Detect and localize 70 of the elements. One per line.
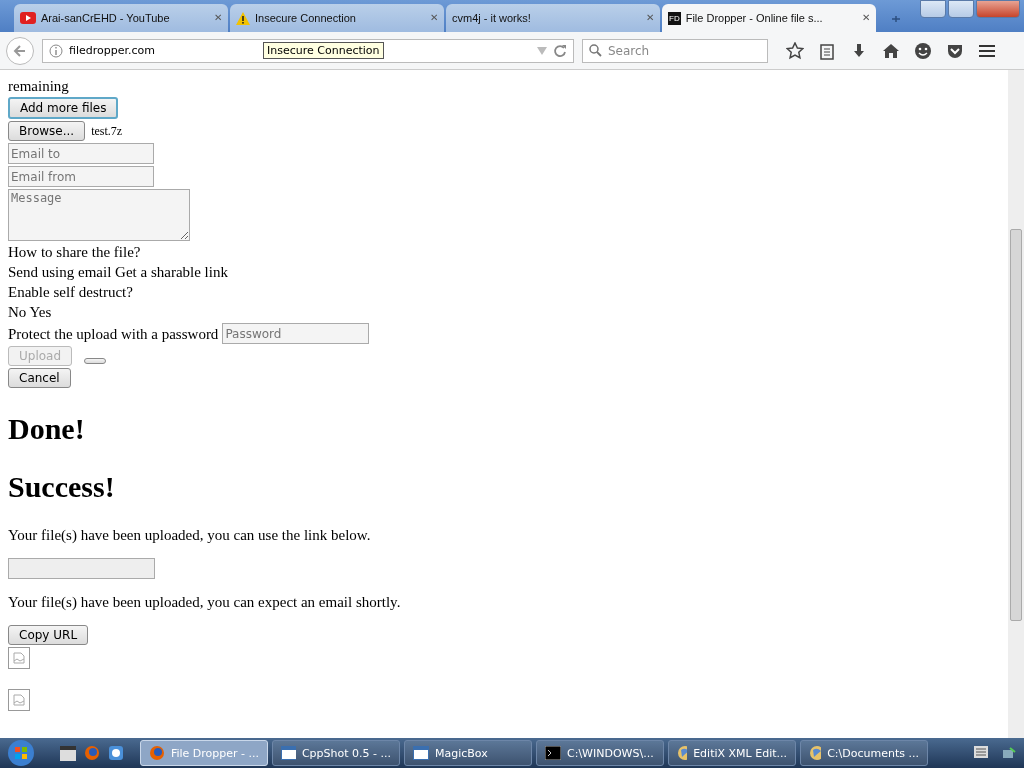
browser-tab[interactable]: Arai-sanCrEHD - YouTube ✕ <box>14 4 228 32</box>
smiley-icon[interactable] <box>914 41 932 60</box>
taskbar-button[interactable]: EditiX XML Edit... <box>668 740 796 766</box>
taskbar-button[interactable]: CppShot 0.5 - ... <box>272 740 400 766</box>
warning-icon <box>236 11 250 25</box>
broken-image-icon <box>8 647 30 669</box>
maximize-button[interactable] <box>948 0 974 18</box>
share-question: How to share the file? <box>8 243 141 262</box>
email-message: Your file(s) have been uploaded, you can expect an email shortly. <box>8 593 401 612</box>
network-icon[interactable] <box>1002 746 1016 760</box>
site-favicon: FD <box>668 11 681 25</box>
broken-image-icon <box>8 689 30 711</box>
search-field[interactable]: Search <box>582 38 768 63</box>
file-name: test.7z <box>91 123 123 139</box>
app-icon[interactable] <box>108 745 124 761</box>
window-icon <box>413 746 429 760</box>
email-from-field[interactable]: Email from <box>8 166 154 187</box>
tab-close-button[interactable]: ✕ <box>430 12 438 24</box>
home-icon[interactable] <box>882 41 900 60</box>
taskbar-button[interactable]: C:\Documents ... <box>800 740 928 766</box>
success-heading: Success! <box>8 469 115 505</box>
browser-tab[interactable]: cvm4j - it works! ✕ <box>446 4 660 32</box>
tab-close-button[interactable]: ✕ <box>214 12 222 24</box>
link-field[interactable] <box>8 558 155 579</box>
browser-tab[interactable]: Insecure Connection ✕ <box>230 4 444 32</box>
tooltip: Insecure Connection <box>263 42 384 59</box>
dropdown-icon[interactable] <box>537 46 547 55</box>
close-button[interactable] <box>976 0 1020 18</box>
empty-button[interactable] <box>84 358 107 364</box>
self-destruct-question: Enable self destruct? <box>8 283 133 302</box>
window-icon <box>281 746 296 760</box>
firefox-icon[interactable] <box>84 745 100 761</box>
info-icon[interactable] <box>49 43 63 58</box>
cancel-button[interactable]: Cancel <box>8 368 71 388</box>
link-message: Your file(s) have been uploaded, you can use the link below. <box>8 526 371 545</box>
copy-url-button[interactable]: Copy URL <box>8 625 89 645</box>
clapperboard-icon[interactable] <box>60 745 76 761</box>
browser-tab[interactable]: FD File Dropper - Online file s... ✕ <box>662 4 876 32</box>
star-icon[interactable] <box>786 41 804 60</box>
back-icon <box>13 43 27 58</box>
video-icon <box>20 12 36 24</box>
password-label: Protect the upload with a password <box>8 324 219 344</box>
taskbar-button[interactable]: C:\WINDOWS\... <box>536 740 664 766</box>
done-heading: Done! <box>8 411 85 447</box>
clipboard-icon[interactable] <box>818 41 836 60</box>
tab-title: cvm4j - it works! <box>452 12 532 24</box>
tab-title: Insecure Connection <box>255 12 357 24</box>
tab-title: Arai-sanCrEHD - YouTube <box>41 12 171 24</box>
reload-icon[interactable] <box>553 43 567 58</box>
minimize-button[interactable] <box>920 0 946 18</box>
tab-close-button[interactable]: ✕ <box>646 12 654 24</box>
tab-close-button[interactable]: ✕ <box>862 12 870 24</box>
console-icon <box>545 746 561 760</box>
firefox-icon <box>149 745 165 761</box>
back-button[interactable] <box>6 36 34 65</box>
keyboard-icon[interactable] <box>974 746 988 758</box>
remaining-text: remaining <box>8 77 69 96</box>
search-icon <box>589 44 602 57</box>
browse-button[interactable]: Browse... <box>8 121 86 141</box>
password-field[interactable]: Password <box>222 323 370 344</box>
message-field[interactable]: Message <box>8 189 190 241</box>
self-destruct-options: No Yes <box>8 302 52 322</box>
taskbar-button[interactable]: MagicBox <box>404 740 532 766</box>
globe-icon <box>809 745 822 761</box>
share-options: Send using email Get a sharable link <box>8 262 228 282</box>
add-files-button[interactable]: Add more files <box>8 97 119 119</box>
email-to-field[interactable]: Email to <box>8 143 154 164</box>
globe-icon <box>677 745 688 761</box>
tab-title: File Dropper - Online file s... <box>685 12 824 24</box>
scrollbar[interactable] <box>1008 70 1024 738</box>
